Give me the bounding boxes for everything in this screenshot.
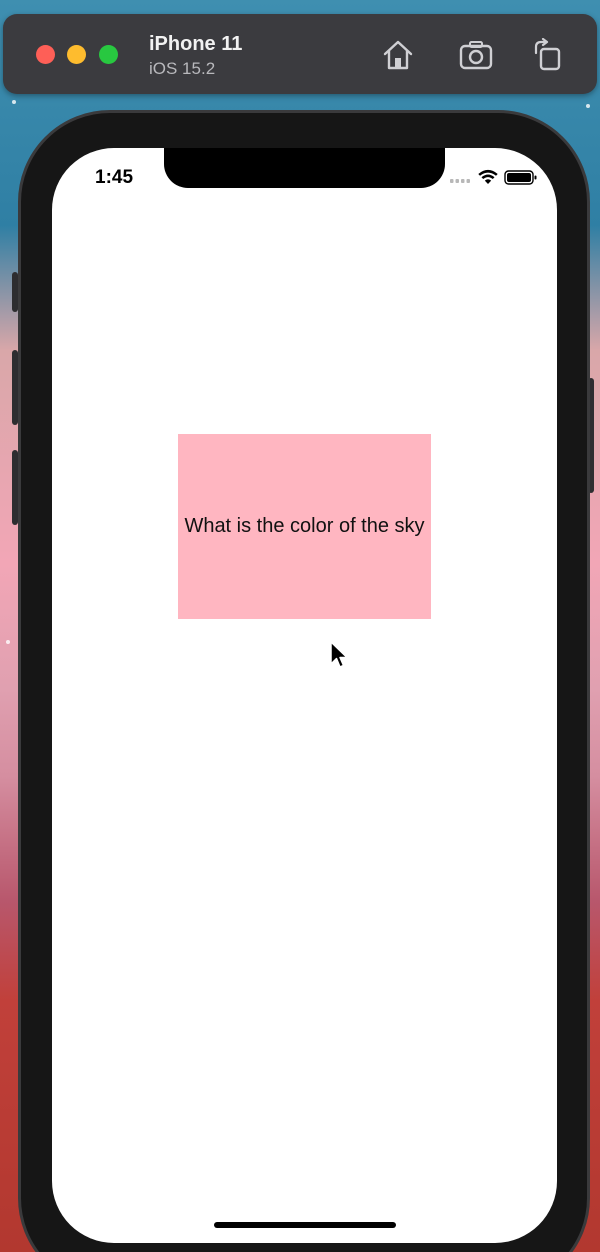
simulator-title-bar: iPhone 11 iOS 15.2 [3,14,597,94]
device-name: iPhone 11 [149,33,243,55]
os-version: iOS 15.2 [149,59,216,78]
close-window-button[interactable] [36,45,55,64]
rotate-icon[interactable] [531,37,567,72]
cellular-signal-icon [450,179,470,183]
status-icons [450,168,542,188]
phone-screen: 1:45 What is the color of the sky [52,148,557,1243]
notch [164,148,445,188]
screenshot-icon[interactable] [458,38,494,72]
home-icon[interactable] [380,38,416,72]
background-sparkle [6,640,10,644]
wifi-icon [478,169,498,184]
background-sparkle [586,104,590,108]
question-card[interactable]: What is the color of the sky [178,434,431,619]
background-sparkle [12,100,16,104]
status-time: 1:45 [95,167,134,188]
home-indicator[interactable] [214,1222,396,1228]
battery-icon [504,170,537,185]
mouse-cursor-icon [329,640,349,670]
zoom-window-button[interactable] [99,45,118,64]
question-text: What is the color of the sky [184,515,425,537]
minimize-window-button[interactable] [67,45,86,64]
